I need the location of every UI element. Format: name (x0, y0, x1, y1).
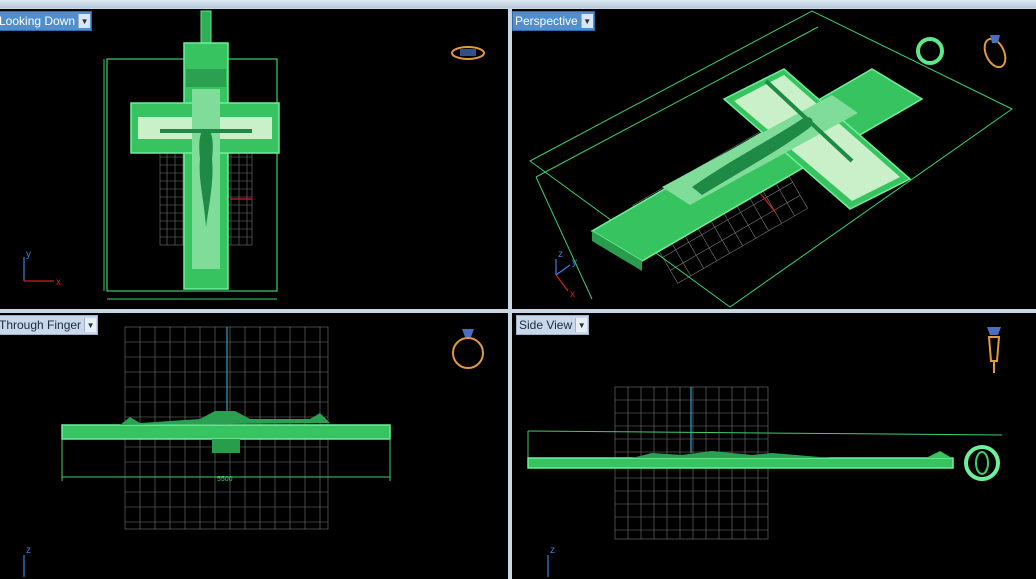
viewport-label-text: Looking Down (0, 14, 76, 28)
looking-down-scene: y x (23, 10, 280, 300)
chevron-down-icon[interactable]: ▼ (78, 14, 91, 28)
chevron-down-icon[interactable]: ▼ (84, 318, 97, 332)
width-dimension-readout: 5500 (217, 476, 233, 483)
viewport-through-finger[interactable]: 5500 z Through Finger ▼ (0, 313, 508, 579)
axis-label-z: z (550, 545, 555, 556)
viewport-label-text: Perspective (515, 14, 578, 28)
viewport-side-view[interactable]: z Side View ▼ (512, 313, 1036, 579)
through-finger-scene: 5500 z (23, 326, 391, 577)
viewport-label-text: Through Finger (0, 318, 82, 332)
window-top-bar (0, 0, 1036, 8)
axis-label-z: z (558, 249, 563, 260)
ring-orientation-icon[interactable] (448, 325, 488, 373)
ring-orientation-icon[interactable] (978, 29, 1012, 73)
ring-orientation-icon[interactable] (982, 323, 1006, 377)
perspective-scene: z y x (529, 10, 1013, 308)
chevron-down-icon[interactable]: ▼ (575, 318, 588, 332)
axis-label-x: x (570, 289, 575, 300)
viewport-looking-down[interactable]: y x Looking Down ▼ (0, 9, 508, 309)
viewport-label-text: Side View (519, 318, 573, 332)
viewport-label-side-view[interactable]: Side View ▼ (516, 315, 590, 335)
axis-label-y: y (572, 257, 577, 268)
ring-orientation-icon[interactable] (448, 41, 488, 65)
viewport-label-looking-down[interactable]: Looking Down ▼ (0, 11, 93, 31)
chevron-down-icon[interactable]: ▼ (580, 14, 593, 28)
axis-label-z: z (26, 545, 31, 556)
axis-label-y: y (26, 249, 31, 260)
viewport-label-perspective[interactable]: Perspective ▼ (512, 11, 595, 31)
side-view-scene: z (527, 386, 1003, 577)
viewport-perspective[interactable]: z y x Perspective ▼ (512, 9, 1036, 309)
axis-label-x: x (56, 277, 61, 288)
viewport-label-through-finger[interactable]: Through Finger ▼ (0, 315, 99, 335)
axis-triad (23, 257, 54, 282)
axis-triad-perspective (555, 259, 571, 292)
